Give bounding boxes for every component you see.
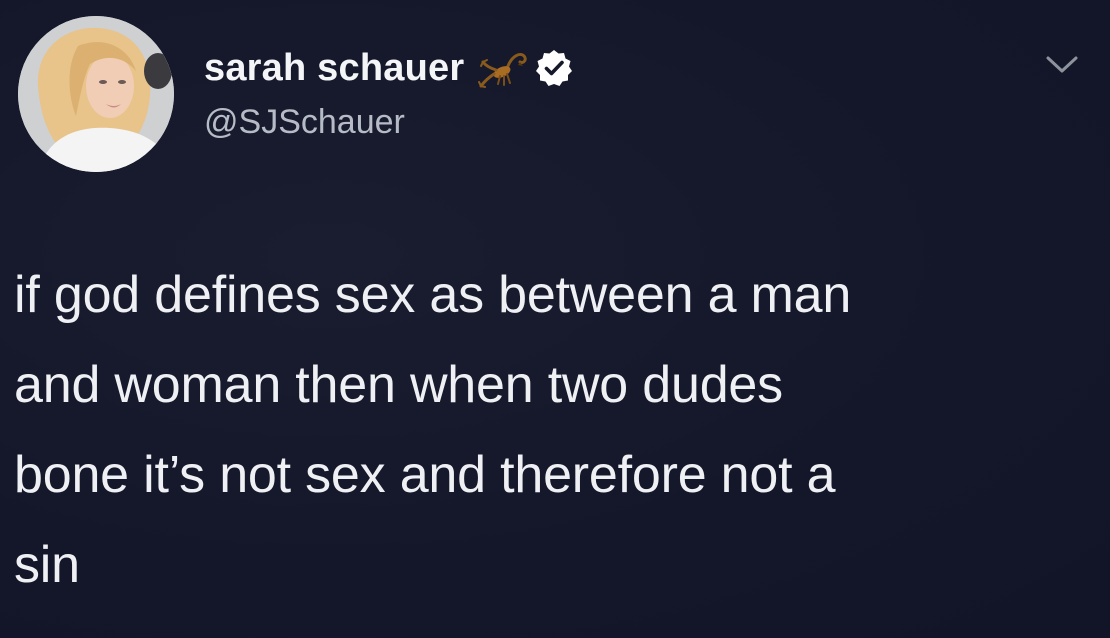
tweet-text-line: if god defines sex as between a man bbox=[14, 266, 852, 324]
tweet-header: sarah schauer @SJSchauer bbox=[18, 16, 1098, 176]
avatar[interactable] bbox=[18, 16, 174, 172]
tweet-text-line: and woman then when two dudes bbox=[14, 356, 783, 414]
scorpion-icon bbox=[478, 52, 528, 88]
author-handle[interactable]: @SJSchauer bbox=[204, 102, 574, 142]
tweet-text-line: bone it’s not sex and therefore not a bbox=[14, 446, 836, 504]
author-names: sarah schauer @SJSchauer bbox=[204, 46, 574, 142]
verified-badge-icon bbox=[536, 50, 573, 86]
name-row: sarah schauer bbox=[204, 46, 574, 90]
avatar-photo bbox=[18, 16, 174, 172]
tweet-card: sarah schauer @SJSchauer if god defines … bbox=[0, 0, 1110, 638]
tweet-text: if god defines sex as between a man and … bbox=[14, 250, 1094, 610]
tweet-text-line: sin bbox=[14, 536, 80, 594]
chevron-down-icon[interactable] bbox=[1040, 50, 1084, 78]
display-name[interactable]: sarah schauer bbox=[204, 46, 464, 90]
